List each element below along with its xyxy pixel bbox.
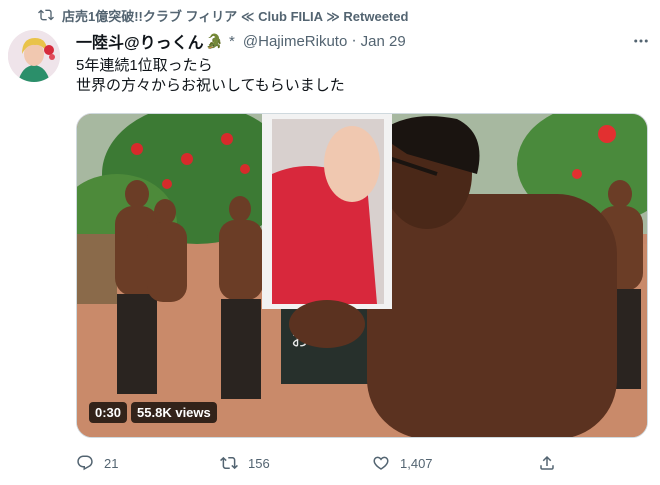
share-icon [540,455,554,470]
retweet-button[interactable]: 156 [220,454,270,472]
separator-dot: · [351,32,357,49]
verified-mark: * [229,32,235,50]
like-icon [373,456,389,470]
video-player[interactable]: お 他 0:30 55.8K views [76,113,648,438]
video-thumbnail: お 他 [77,114,647,437]
share-button[interactable] [538,454,556,472]
video-stats: 0:30 55.8K views [89,402,217,423]
tweet-actions: 21 156 1,407 [76,452,576,474]
retweeted-by-row[interactable]: 店売1億突破!!クラブ フィリア ≪ Club FILIA ≫ Retweete… [38,6,408,24]
tweet-date[interactable]: Jan 29 [361,33,406,50]
tweet-header: 一陸斗@りっくん 🐊 * @HajimeRikuto · Jan 29 [76,30,648,52]
video-duration: 0:30 [89,402,128,423]
like-count: 1,407 [400,455,433,471]
retweeted-by-text: 店売1億突破!!クラブ フィリア ≪ Club FILIA ≫ Retweete… [62,8,409,24]
more-options-button[interactable] [630,32,652,50]
tweet-text-line: 世界の方々からお祝いしてもらいました [76,77,345,94]
more-icon [634,39,648,43]
user-handle[interactable]: @HajimeRikuto [243,33,347,50]
like-button[interactable]: 1,407 [372,454,433,472]
video-views: 55.8K views [131,402,217,423]
reply-count: 21 [104,455,119,471]
retweet-icon [38,9,54,21]
reply-button[interactable]: 21 [76,454,118,472]
display-name[interactable]: 一陸斗@りっくん [76,29,204,53]
name-emoji: 🐊 [205,32,224,49]
avatar[interactable] [8,30,60,82]
tweet-text: 5年連続1位取ったら 世界の方々からお祝いしてもらいました [76,56,640,96]
reply-icon [77,455,93,471]
tweet-text-line: 5年連続1位取ったら [76,57,213,74]
retweet-count: 156 [248,455,270,471]
retweet-icon [220,456,238,470]
